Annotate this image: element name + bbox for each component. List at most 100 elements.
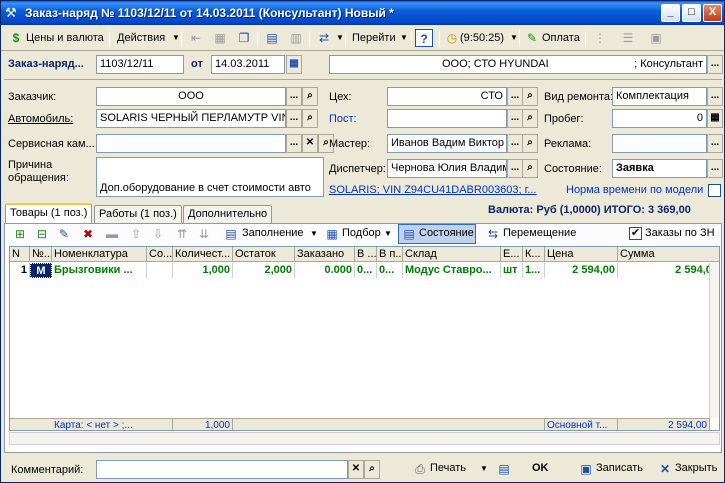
col-header-nomenclature[interactable]: Номенклатура (52, 247, 147, 262)
col-header-k[interactable]: К... (523, 247, 545, 262)
cell-price[interactable]: 2 594,00 (545, 263, 618, 278)
tab-goods[interactable]: Товары (1 поз.) (5, 203, 93, 224)
search-icon[interactable]: ⌕ (302, 109, 318, 128)
hierarchy-icon[interactable]: ⋮ (591, 29, 609, 47)
col-header-price[interactable]: Цена (545, 247, 618, 262)
tab-additional[interactable]: Дополнительно (183, 205, 273, 223)
ellipsis-icon[interactable]: ... (286, 87, 302, 106)
col-header-v1[interactable]: В ... (355, 247, 377, 262)
cell-num[interactable]: M (30, 263, 52, 278)
move-down-icon[interactable]: ⇩ (149, 225, 167, 243)
post-document-icon[interactable]: ▤ (263, 29, 281, 47)
state-button-label[interactable]: Состояние (416, 223, 477, 243)
horizontal-scrollbar[interactable] (9, 432, 720, 445)
ellipsis-icon[interactable]: ... (507, 109, 523, 128)
edit-row-icon[interactable]: ✎ (55, 225, 73, 243)
shop-field[interactable]: СТО (387, 87, 507, 106)
help-button[interactable]: ? (415, 29, 433, 47)
end-edit-icon[interactable]: ▬ (103, 225, 121, 243)
minimize-button[interactable]: _ (661, 4, 680, 22)
list-icon[interactable]: ☰ (619, 29, 637, 47)
col-header-unit[interactable]: Е... (501, 247, 523, 262)
cell-co[interactable] (147, 263, 173, 278)
col-header-co[interactable]: Со... (147, 247, 173, 262)
col-header-warehouse[interactable]: Склад (403, 247, 501, 262)
unpost-document-icon[interactable]: ▥ (287, 29, 305, 47)
close-form-button[interactable]: Закрыть (672, 458, 720, 478)
save-button[interactable]: Записать (593, 458, 646, 478)
add-row-icon[interactable]: ⊞ (11, 225, 29, 243)
cell-sum[interactable]: 2 594,00 (618, 263, 719, 278)
tab-works[interactable]: Работы (1 поз.) (94, 205, 182, 223)
sort-desc-icon[interactable]: ⇊ (195, 225, 213, 243)
sort-asc-icon[interactable]: ⇈ (173, 225, 191, 243)
master-field[interactable]: Иванов Вадим Виктор (387, 134, 507, 153)
report-icon[interactable]: ▣ (647, 29, 665, 47)
ellipsis-icon[interactable]: ... (707, 55, 723, 74)
actions-menu[interactable]: Действия (114, 28, 168, 48)
ellipsis-icon[interactable]: ... (507, 159, 523, 178)
state-field[interactable]: Заявка (612, 159, 707, 178)
search-icon[interactable]: ⌕ (522, 134, 538, 153)
mileage-field[interactable]: 0 (612, 109, 707, 128)
search-icon[interactable]: ⌕ (364, 460, 380, 479)
col-header-qty[interactable]: Количест... (173, 247, 233, 262)
reason-field[interactable]: Доп.оборудование в счет стоимости авто (96, 157, 324, 197)
copy-row-icon[interactable]: ⊟ (33, 225, 51, 243)
col-header-ordered[interactable]: Заказано (295, 247, 355, 262)
post-and-close-icon[interactable]: ▤ (495, 460, 513, 478)
cell-qty[interactable]: 1,000 (173, 263, 233, 278)
cell-warehouse[interactable]: Модус Ставро... (403, 263, 501, 278)
doc-date-field[interactable]: 14.03.2011 (211, 55, 285, 74)
customer-field[interactable]: ООО (96, 87, 286, 106)
ellipsis-icon[interactable]: ... (507, 87, 523, 106)
ellipsis-icon[interactable]: ... (286, 109, 302, 128)
repair-type-field[interactable]: Комплектация (612, 87, 707, 106)
doc-number-field[interactable]: 1103/12/11 (96, 55, 184, 74)
cell-unit[interactable]: шт (501, 263, 523, 278)
search-icon[interactable]: ⌕ (522, 87, 538, 106)
ellipsis-icon[interactable]: ... (507, 134, 523, 153)
title-bar[interactable]: ⚒ Заказ-наряд № 1103/12/11 от 14.03.2011… (1, 1, 724, 25)
prices-currency-button[interactable]: Цены и валюта (23, 28, 107, 48)
col-header-n[interactable]: N (10, 247, 30, 262)
select-menu[interactable]: Подбор (339, 223, 384, 243)
col-header-v2[interactable]: В п... (377, 247, 403, 262)
organization-field[interactable]: ООО; СТО HYUNDAI ; Консультант (329, 55, 707, 74)
back-icon[interactable]: ⇤ (187, 29, 205, 47)
ellipsis-icon[interactable]: ... (707, 159, 723, 178)
cell-k[interactable]: 1... (523, 263, 545, 278)
norm-time-checkbox[interactable] (708, 184, 721, 197)
fill-menu[interactable]: Заполнение (239, 223, 307, 243)
cell-v1[interactable]: 0... (355, 263, 377, 278)
clear-icon[interactable]: ✕ (348, 460, 364, 479)
car-vin-link[interactable]: SOLARIS; VIN Z94CU41DABR003603; г... (329, 184, 537, 196)
post-field[interactable] (387, 109, 507, 128)
dispatcher-field[interactable]: Чернова Юлия Владим (387, 159, 507, 178)
ok-button[interactable]: OK (529, 458, 552, 478)
cell-nomenclature[interactable]: Брызговики ... (52, 263, 147, 278)
table-icon[interactable]: ▦ (211, 29, 229, 47)
move-button[interactable]: Перемещение (500, 223, 579, 243)
payment-button[interactable]: Оплата (539, 28, 583, 48)
clear-icon[interactable]: ✕ (302, 134, 318, 153)
col-header-num[interactable]: №... (30, 247, 52, 262)
cell-v2[interactable]: 0... (377, 263, 403, 278)
print-button[interactable]: Печать (427, 458, 469, 478)
cell-rest[interactable]: 2,000 (233, 263, 295, 278)
maximize-button[interactable]: □ (682, 4, 701, 22)
ellipsis-icon[interactable]: ... (707, 87, 723, 106)
search-icon[interactable]: ⌕ (302, 87, 318, 106)
close-button[interactable]: X (703, 4, 722, 22)
search-icon[interactable]: ⌕ (522, 159, 538, 178)
calculator-icon[interactable]: ▦ (707, 109, 723, 128)
service-card-field[interactable] (96, 134, 286, 153)
car-label[interactable]: Автомобиль: (8, 113, 73, 125)
col-header-sum[interactable]: Сумма (618, 247, 719, 262)
time-display[interactable]: (9:50:25) (457, 28, 507, 48)
comment-field[interactable] (96, 460, 348, 479)
cell-n[interactable]: 1 (10, 263, 30, 278)
vertical-scrollbar[interactable] (709, 263, 719, 418)
ellipsis-icon[interactable]: ... (286, 134, 302, 153)
search-icon[interactable]: ⌕ (522, 109, 538, 128)
